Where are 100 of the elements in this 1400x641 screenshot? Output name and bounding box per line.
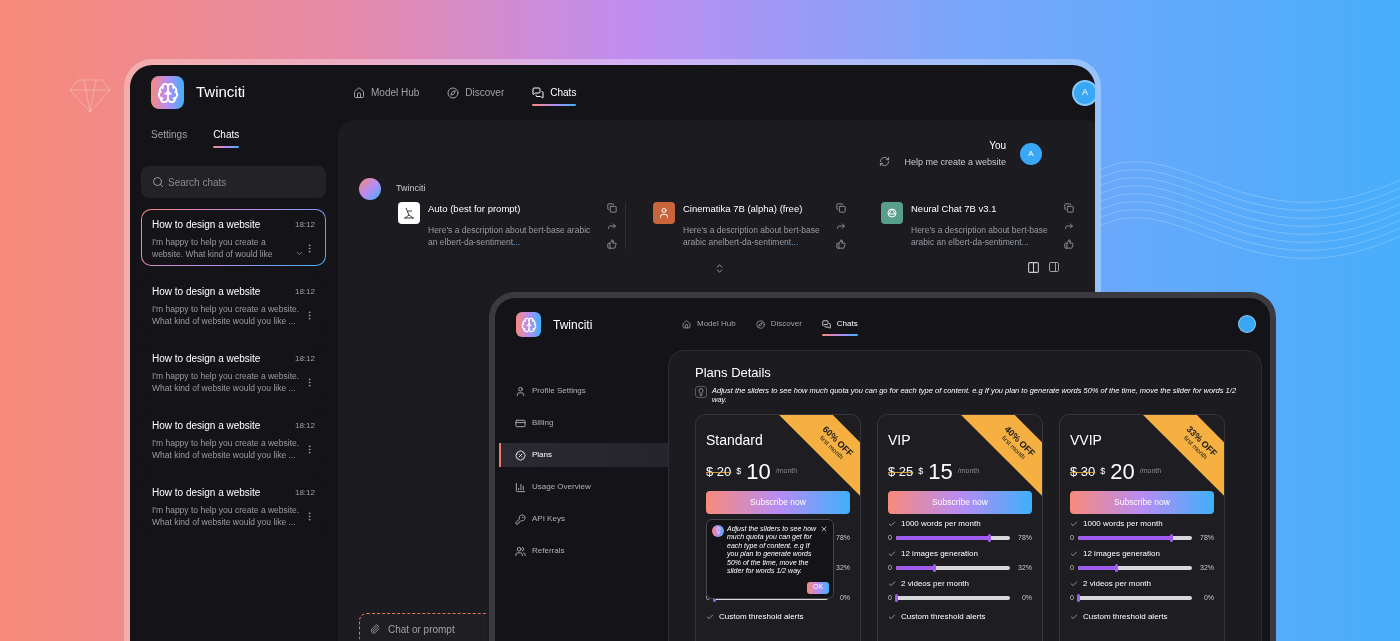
copy-icon[interactable]	[1064, 202, 1074, 213]
slider-track[interactable]	[895, 566, 1010, 571]
columns-icon[interactable]	[1027, 260, 1040, 274]
sidebar-item[interactable]: Plans	[499, 443, 668, 467]
feature-label: 2 videos per month	[1083, 578, 1152, 590]
check-icon	[888, 580, 896, 588]
home-icon	[682, 319, 691, 329]
plan-price: 15	[928, 460, 953, 483]
chat-list-item[interactable]: How to design a website 18:12 I'm happy to help you create a website. What kind of would like	[141, 209, 326, 266]
user-message: Help me create a website	[904, 156, 1006, 169]
plan-price: 10	[746, 460, 771, 483]
slider-thumb[interactable]	[1076, 594, 1080, 603]
panel-icon[interactable]	[1048, 261, 1060, 273]
chat-title: How to design a website	[152, 419, 261, 433]
nav-tab[interactable]: Chats	[821, 312, 858, 336]
expand-icon[interactable]	[714, 262, 725, 274]
search-icon	[152, 176, 164, 188]
check-icon	[888, 612, 896, 621]
chat-title: How to design a website	[152, 285, 261, 299]
nav-tab[interactable]: Model Hub	[682, 312, 736, 336]
thumbs-up-icon[interactable]	[1064, 238, 1074, 249]
model-name: Cinematika 7B (alpha) (free)	[683, 201, 804, 216]
slider-track[interactable]	[895, 536, 1010, 541]
chat-title: How to design a website	[152, 486, 261, 500]
sidebar-item[interactable]: Referrals	[499, 539, 668, 563]
diamond-outline-icon	[68, 78, 112, 114]
share-icon[interactable]	[1064, 220, 1074, 231]
chat-time: 18:12	[294, 285, 315, 298]
sender-name: You	[989, 139, 1006, 153]
sketch-logo-icon	[398, 201, 420, 224]
compass-icon	[755, 319, 765, 329]
check-icon	[888, 550, 896, 558]
feature-label: Custom threshold alerts	[901, 610, 986, 623]
nav-tab[interactable]: Chats	[532, 79, 577, 106]
check-icon	[1070, 580, 1078, 588]
model-name: Neural Chat 7B v3.1	[911, 201, 998, 216]
people-icon	[515, 545, 526, 557]
slider-thumb[interactable]	[932, 564, 936, 573]
chat-time: 18:12	[294, 352, 315, 365]
share-icon[interactable]	[836, 220, 846, 231]
chat-bubbles-icon	[821, 319, 831, 329]
feature-label: Custom threshold alerts	[719, 610, 804, 623]
sidebar-item[interactable]: Billing	[499, 411, 668, 435]
key-icon	[515, 513, 526, 525]
head-logo-icon	[653, 201, 675, 224]
bot-name: Twinciti	[396, 181, 426, 195]
percent-badge-icon	[515, 449, 526, 461]
nav-tab[interactable]: Discover	[447, 79, 505, 106]
response-text: Here's a description about bert-base arabic an elbert-da-sentiment...	[911, 223, 1049, 248]
plan-name: VVIP	[1070, 430, 1102, 450]
sidebar-item[interactable]: Profile Settings	[499, 379, 668, 403]
chat-time: 18:12	[294, 486, 315, 499]
thumbs-up-icon[interactable]	[836, 238, 846, 249]
app-name: Twinciti	[196, 82, 246, 103]
lightbulb-icon	[695, 385, 707, 398]
bar-chart-icon	[515, 481, 526, 493]
feature-label: 12 images generation	[1083, 548, 1160, 560]
feature-label: Custom threshold alerts	[1083, 610, 1168, 623]
currency-symbol: $	[1100, 464, 1106, 478]
copy-icon[interactable]	[836, 202, 846, 213]
sidebar-item[interactable]: API Keys	[499, 507, 668, 531]
check-icon	[1070, 550, 1078, 558]
chat-preview: I'm happy to help you create a website. What kind of website would you like ...	[152, 303, 301, 327]
slider-track[interactable]	[895, 596, 1010, 601]
sidebar-tab[interactable]: Settings	[151, 127, 188, 148]
chat-title: How to design a website	[152, 352, 261, 366]
plan-name: Standard	[706, 430, 763, 450]
slider-track[interactable]	[1077, 596, 1192, 601]
slider-track[interactable]	[1077, 536, 1192, 541]
nav-tab[interactable]: Discover	[755, 312, 802, 336]
plan-name: VIP	[888, 430, 911, 450]
search-field[interactable]: Search chats	[141, 166, 326, 198]
panel-title: Plans Details	[695, 364, 772, 382]
thumbs-up-icon[interactable]	[607, 238, 617, 249]
chat-title: How to design a website	[152, 218, 261, 232]
copy-icon[interactable]	[607, 202, 617, 213]
share-icon[interactable]	[607, 220, 617, 231]
slider-thumb[interactable]	[1170, 534, 1174, 543]
chat-preview: I'm happy to help you create a website. What kind of website would you like ...	[152, 370, 301, 394]
slider-thumb[interactable]	[894, 594, 898, 603]
home-icon	[353, 86, 365, 99]
person-icon	[515, 385, 526, 397]
slider-thumb[interactable]	[988, 534, 992, 543]
sidebar-tab[interactable]: Chats	[213, 127, 240, 148]
user-avatar: A	[1020, 142, 1042, 165]
chevron-down-icon[interactable]	[295, 249, 304, 258]
check-icon	[888, 520, 896, 528]
lightbulb-icon	[712, 524, 724, 537]
chat-input[interactable]: Chat or prompt	[359, 613, 487, 641]
feature-label: 1000 words per month	[1083, 518, 1163, 530]
slider-track[interactable]	[1077, 566, 1192, 571]
regenerate-icon[interactable]	[879, 156, 891, 168]
sidebar-item[interactable]: Usage Overview	[499, 475, 668, 499]
response-text: Here's a description about bert-base arabic an elbert-da-sentiment...	[428, 223, 592, 248]
check-icon	[1070, 612, 1078, 621]
close-icon[interactable]	[820, 524, 828, 533]
user-avatar[interactable]	[1238, 315, 1256, 333]
check-icon	[1070, 520, 1078, 528]
slider-thumb[interactable]	[1114, 564, 1118, 573]
nav-tab[interactable]: Model Hub	[353, 79, 420, 106]
